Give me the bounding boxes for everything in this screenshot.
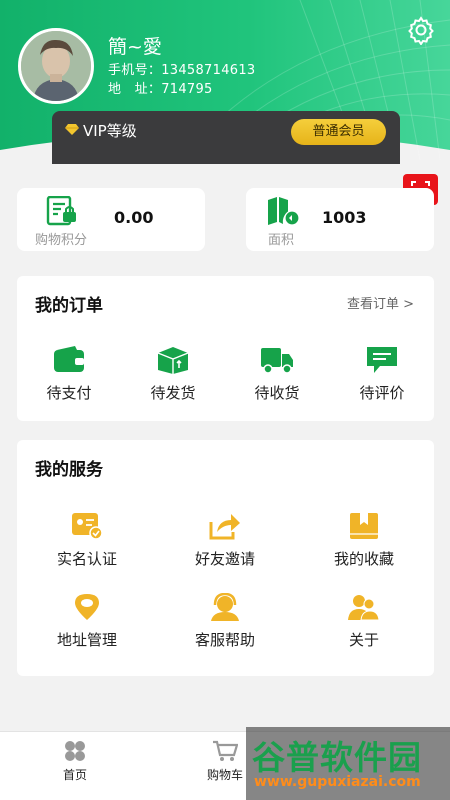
profile-header: 簡~愛 手机号：13458714613 地 址：714795 VIP等级 普通会… [0, 0, 450, 168]
watermark-brand: 谷普软件园 [252, 738, 422, 777]
service-real-name[interactable]: 实名认证 [37, 512, 137, 569]
service-favorites-label: 我的收藏 [333, 550, 394, 568]
area-value: 1003 [322, 208, 367, 227]
bookmark-icon [350, 513, 378, 539]
gear-icon[interactable] [406, 15, 436, 45]
wallet-icon [54, 346, 84, 372]
address-line: 地 址：714795 [108, 78, 213, 97]
vip-level-button[interactable]: 普通会员 [291, 119, 386, 145]
nav-home[interactable]: 首页 [35, 740, 115, 783]
order-pending-payment-label: 待支付 [46, 384, 92, 402]
points-card-icon [46, 196, 76, 226]
area-label: 面积 [268, 233, 295, 248]
service-customer-help-label: 客服帮助 [194, 631, 255, 649]
comment-icon [367, 347, 397, 373]
cart-icon [213, 740, 238, 761]
service-about-label: 关于 [348, 631, 379, 649]
vip-label: VIP等级 [83, 122, 137, 140]
order-pending-shipment-label: 待发货 [150, 384, 196, 402]
points-label: 购物积分 [35, 233, 88, 248]
phone-value: 13458714613 [161, 63, 256, 78]
customer-service-icon [211, 593, 239, 621]
users-icon [348, 595, 380, 621]
service-address[interactable]: 地址管理 [37, 593, 137, 650]
address-value: 714795 [161, 82, 213, 97]
home-icon [65, 741, 85, 761]
id-card-icon [72, 513, 103, 540]
services-panel: 我的服务 实名认证 好友邀请 我的收藏 地址管理 客服帮助 关于 [17, 440, 434, 676]
orders-panel: 我的订单 查看订单 > 待支付 待发货 待收货 待评价 [17, 276, 434, 421]
avatar[interactable] [18, 28, 94, 104]
share-icon [209, 514, 240, 540]
order-pending-review[interactable]: 待评价 [332, 346, 432, 403]
watermark-url: www.gupuxiazai.com [254, 774, 421, 790]
address-label: 地 址： [108, 82, 162, 97]
order-pending-shipment[interactable]: 待发货 [123, 346, 223, 403]
service-about[interactable]: 关于 [314, 593, 414, 650]
orders-title: 我的订单 [35, 296, 103, 316]
package-icon [157, 347, 189, 374]
service-favorites[interactable]: 我的收藏 [314, 512, 414, 569]
avatar-portrait-icon [21, 31, 91, 101]
service-customer-help[interactable]: 客服帮助 [175, 593, 275, 650]
diamond-icon [65, 124, 79, 135]
truck-icon [261, 348, 293, 374]
vip-level-bar: VIP等级 普通会员 [52, 111, 400, 164]
area-map-icon [268, 197, 300, 226]
location-pin-icon [75, 594, 99, 620]
order-pending-receipt-label: 待收货 [254, 384, 300, 402]
order-pending-payment[interactable]: 待支付 [19, 346, 119, 403]
nav-home-label: 首页 [62, 768, 87, 782]
service-invite[interactable]: 好友邀请 [175, 512, 275, 569]
service-real-name-label: 实名认证 [56, 550, 117, 568]
points-value: 0.00 [114, 208, 154, 227]
phone-line: 手机号：13458714613 [108, 59, 255, 78]
phone-label: 手机号： [108, 63, 162, 78]
service-invite-label: 好友邀请 [194, 550, 255, 568]
order-pending-receipt[interactable]: 待收货 [227, 346, 327, 403]
watermark: 谷普软件园 www.gupuxiazai.com [246, 727, 450, 800]
service-address-label: 地址管理 [56, 631, 117, 649]
view-orders-link[interactable]: 查看订单 > [347, 293, 414, 312]
services-title: 我的服务 [35, 460, 103, 480]
area-card[interactable]: 面积 1003 [246, 188, 434, 251]
points-card[interactable]: 购物积分 0.00 [17, 188, 205, 251]
username: 簡~愛 [108, 36, 162, 58]
order-pending-review-label: 待评价 [359, 384, 405, 402]
